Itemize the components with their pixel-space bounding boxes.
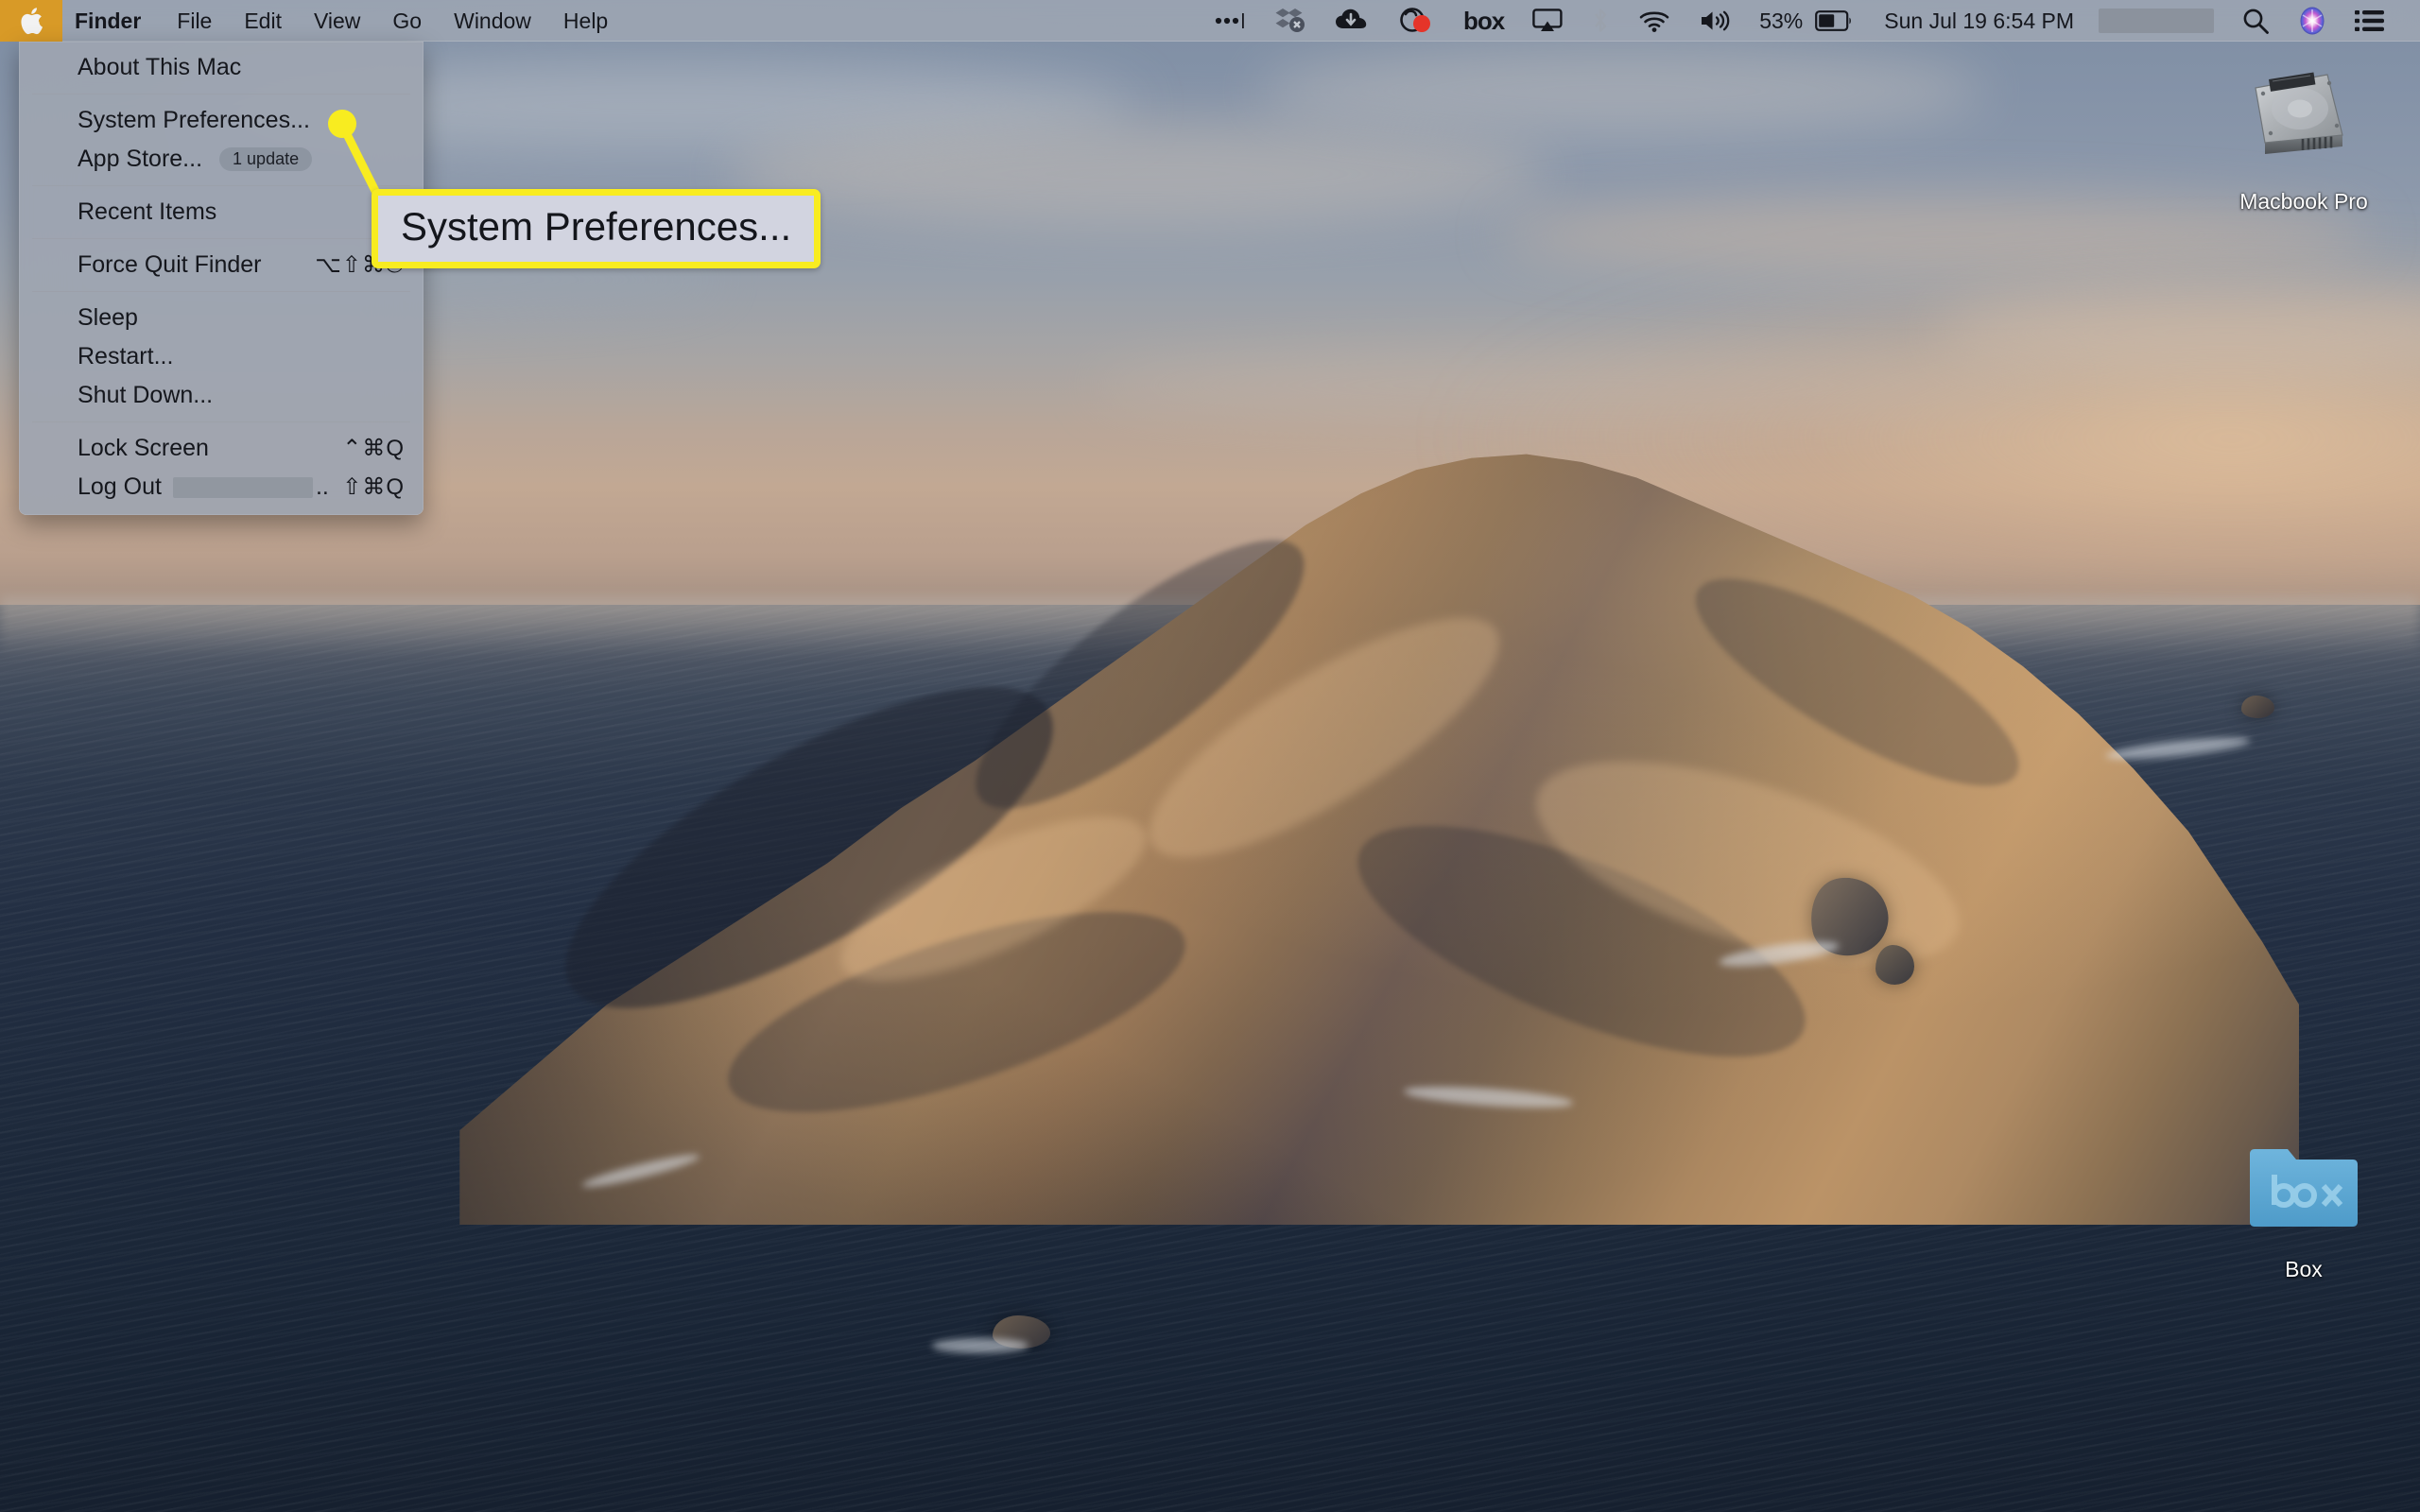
airplay-icon[interactable]	[1518, 0, 1577, 42]
menu-item-label: System Preferences...	[78, 109, 310, 132]
menu-item-recent-items[interactable]: Recent Items	[19, 193, 424, 232]
apple-menu-button[interactable]	[0, 0, 62, 42]
menu-item-system-preferences[interactable]: System Preferences...	[19, 101, 424, 140]
siri-icon[interactable]	[2284, 0, 2341, 42]
battery-percent-label: 53%	[1745, 0, 1811, 42]
menu-item-about-this-mac[interactable]: About This Mac	[19, 48, 424, 87]
menu-go[interactable]: Go	[376, 0, 438, 42]
menu-bar: Finder File Edit View Go Window Help	[0, 0, 2420, 42]
menu-separator	[32, 185, 410, 186]
wallpaper-island	[459, 438, 2299, 1225]
menu-item-lock-screen[interactable]: Lock Screen ⌃⌘Q	[19, 429, 424, 468]
apple-menu-dropdown: About This Mac System Preferences... App…	[19, 42, 424, 515]
menu-item-label: About This Mac	[78, 56, 241, 79]
sea-rock	[1876, 945, 1914, 985]
menu-window[interactable]: Window	[438, 0, 547, 42]
menu-help[interactable]: Help	[547, 0, 624, 42]
desktop-icon-label: Box	[2214, 1257, 2394, 1283]
wifi-icon[interactable]	[1624, 0, 1685, 42]
apple-logo-icon	[19, 7, 43, 35]
menu-item-shortcut: ⌃⌘Q	[342, 435, 405, 462]
more-dots-icon[interactable]	[1200, 0, 1260, 42]
menu-bar-clock[interactable]: Sun Jul 19 6:54 PM	[1867, 9, 2085, 34]
menu-finder[interactable]: Finder	[62, 0, 161, 42]
cloud-sync-icon[interactable]	[1321, 0, 1383, 42]
menu-item-label: Force Quit Finder	[78, 253, 262, 277]
wallpaper-cloud	[726, 121, 1548, 227]
bluetooth-icon[interactable]	[1577, 0, 1624, 42]
menu-item-force-quit-finder[interactable]: Force Quit Finder ⌥⇧⌘⎋	[19, 246, 424, 284]
menu-separator	[32, 238, 410, 239]
menu-item-label: Recent Items	[78, 200, 216, 224]
desktop-icon-box[interactable]: Box	[2214, 1126, 2394, 1283]
menu-item-label-suffix: ..	[316, 475, 329, 499]
menu-item-sleep[interactable]: Sleep	[19, 299, 424, 337]
app-store-update-badge: 1 update	[219, 147, 312, 171]
search-icon[interactable]	[2227, 0, 2284, 42]
folder-box-icon	[2214, 1126, 2394, 1249]
menu-item-label: App Store...	[78, 147, 202, 171]
battery-icon[interactable]	[1811, 0, 1867, 42]
menu-separator	[32, 421, 410, 422]
menu-bar-status-items: box	[1200, 0, 2420, 42]
menu-item-restart[interactable]: Restart...	[19, 337, 424, 376]
desktop-icon-label: Macbook Pro	[2214, 189, 2394, 215]
menu-item-shut-down[interactable]: Shut Down...	[19, 376, 424, 415]
menu-item-shortcut: ⇧⌘Q	[342, 473, 405, 501]
menu-item-app-store[interactable]: App Store... 1 update	[19, 140, 424, 179]
menu-bar-app-menus: Finder File Edit View Go Window Help	[0, 0, 624, 42]
desktop-icon-macbook-pro[interactable]: Macbook Pro	[2214, 59, 2394, 215]
menu-item-log-out[interactable]: Log Out .. ⇧⌘Q	[19, 468, 424, 507]
menu-item-label: Restart...	[78, 345, 173, 369]
menu-item-label: Sleep	[78, 306, 138, 330]
dropbox-offline-icon[interactable]	[1260, 0, 1321, 42]
redacted-user-name	[173, 477, 313, 498]
wallpaper-cloud	[1089, 348, 2057, 423]
volume-icon[interactable]	[1685, 0, 1745, 42]
menu-view[interactable]: View	[298, 0, 376, 42]
menu-separator	[32, 291, 410, 292]
menu-item-label: Shut Down...	[78, 384, 213, 407]
red-record-icon[interactable]	[1383, 0, 1449, 42]
menu-item-label: Lock Screen	[78, 437, 209, 460]
box-wordmark-icon[interactable]: box	[1449, 0, 1518, 42]
menu-file[interactable]: File	[161, 0, 228, 42]
sea-rock	[2241, 696, 2275, 718]
callout-system-preferences: System Preferences...	[372, 189, 821, 268]
control-center-icon[interactable]	[2341, 0, 2399, 42]
redacted-user-name	[2099, 9, 2214, 33]
hard-disk-icon	[2214, 59, 2394, 181]
sea-foam	[932, 1338, 1028, 1353]
menu-edit[interactable]: Edit	[228, 0, 298, 42]
menu-item-label: Log Out	[78, 475, 162, 499]
wallpaper-cloud	[1258, 45, 1984, 136]
